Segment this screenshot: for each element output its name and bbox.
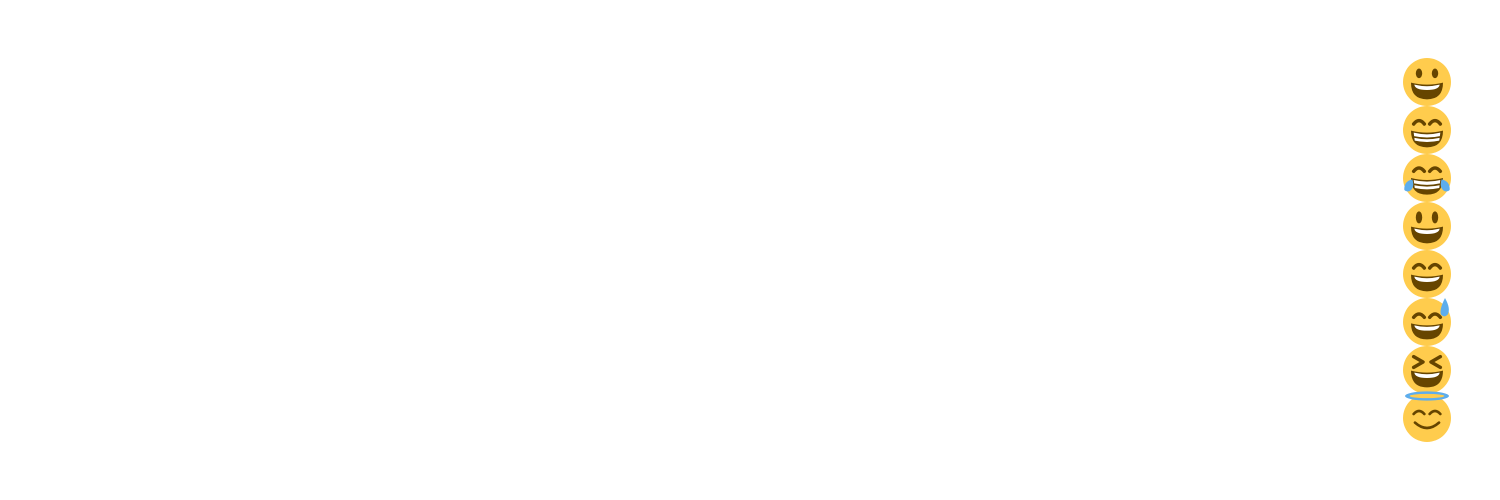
emoji-button-halo[interactable] <box>1403 391 1451 442</box>
emoji-button-beaming[interactable] <box>1403 106 1451 154</box>
face-with-tears-of-joy-icon <box>1403 154 1451 202</box>
grinning-face-big-eyes-icon <box>1403 202 1451 250</box>
page <box>0 0 1500 500</box>
emoji-button-squinting[interactable] <box>1403 346 1451 394</box>
emoji-button-grinning[interactable] <box>1403 58 1451 106</box>
squinting-face-icon <box>1403 346 1451 394</box>
emoji-button-smiling-eyes[interactable] <box>1403 250 1451 298</box>
emoji-column <box>1403 58 1451 442</box>
smiling-face-with-halo-icon <box>1403 391 1451 442</box>
emoji-button-sweat[interactable] <box>1403 298 1451 346</box>
emoji-button-tears-of-joy[interactable] <box>1403 154 1451 202</box>
grinning-face-icon <box>1403 58 1451 106</box>
grinning-face-with-sweat-icon <box>1403 298 1451 346</box>
emoji-button-big-eyes[interactable] <box>1403 202 1451 250</box>
grinning-face-smiling-eyes-icon <box>1403 250 1451 298</box>
beaming-face-icon <box>1403 106 1451 154</box>
